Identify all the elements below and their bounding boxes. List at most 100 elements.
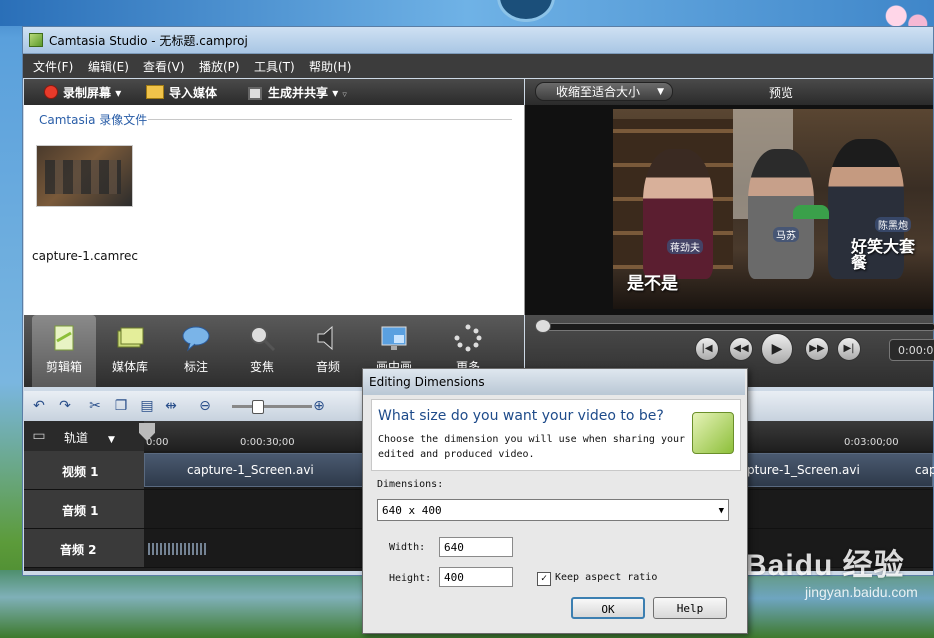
folder-icon [146,85,164,99]
clip-bin-icon [54,325,74,351]
dialog-description: Choose the dimension you will use when s… [378,434,686,460]
time-display: 0:00:00 [889,339,934,361]
dialog-title-bar[interactable]: Editing Dimensions [363,369,745,395]
import-media-button[interactable]: 导入媒体 [146,84,217,101]
editing-dimensions-dialog: Editing Dimensions What size do you want… [362,368,748,634]
menu-edit[interactable]: 编辑(E) [88,58,129,75]
fast-forward-icon[interactable]: ▶▶ [805,337,829,361]
tick-label: 0:00:30;00 [240,437,295,448]
clip-thumbnail[interactable] [36,145,133,207]
chevron-down-icon: ▼ [718,506,724,516]
menu-play[interactable]: 播放(P) [199,58,240,75]
track-options-icon[interactable]: ▭ [30,427,48,445]
pip-icon [381,326,407,350]
track-name: 视频 1 [62,465,99,479]
play-button[interactable]: ▶ [761,333,793,365]
track-header-audio1[interactable]: 音频 1 [24,490,144,529]
video-clip[interactable]: capture-1_Screen.avi [144,453,364,487]
clip-bin-toolbar: 录制屏幕 ▾ 导入媒体 生成并共享 ▾ ▿ [24,79,524,105]
watermark-site: jingyan.baidu.com [805,584,918,600]
desk-lamp [793,205,829,219]
baidu-watermark: Baidu 经验 jingyan.baidu.com [745,540,930,610]
cut-icon[interactable]: ✂ [86,397,104,415]
keep-aspect-label: Keep aspect ratio [555,572,658,583]
audio-waveform [148,543,208,555]
tick-label: 0:00 [146,437,169,448]
tracks-dropdown[interactable]: 轨道 ▼ [64,429,115,446]
video-subtitle: 是不是 [627,274,678,294]
dimensions-dropdown[interactable]: 640 x 400 ▼ [377,499,729,521]
clip-filename: capture-1.camrec [32,249,139,263]
skip-back-icon[interactable]: |◀ [695,337,719,361]
preview-label: 预览 [769,86,794,100]
dimensions-label: Dimensions: [377,479,444,490]
zoom-out-icon[interactable]: ⊖ [196,397,214,415]
camtasia-app-icon [29,33,43,47]
show-logo-badge: 好笑大套餐 [851,237,916,272]
dialog-header: What size do you want your video to be? … [371,399,741,471]
track-name: 音频 2 [60,543,97,557]
magnifier-icon [250,326,276,352]
height-label: Height: [389,573,432,584]
paste-icon[interactable]: ▤ [138,397,156,415]
title-bar[interactable]: Camtasia Studio - 无标题.camproj [23,27,933,54]
person-left [643,149,713,279]
clip-bin-header: Camtasia 录像文件 [39,113,148,127]
tab-callouts[interactable]: 标注 [164,315,228,387]
produce-share-button[interactable]: 生成并共享 ▾ ▿ [248,84,347,101]
seek-bar[interactable] [537,323,934,331]
menu-bar: 文件(F) 编辑(E) 查看(V) 播放(P) 工具(T) 帮助(H) [23,54,933,78]
zoom-slider-handle[interactable] [252,400,264,414]
camtasia-logo-icon [692,412,734,454]
preview-area: 蒋劲夫 马苏 陈黑炮 是不是 好笑大套餐 [525,105,933,315]
skip-forward-icon[interactable]: ▶| [837,337,861,361]
callout-icon [182,326,210,352]
width-input[interactable]: 640 [439,537,513,557]
height-input[interactable]: 400 [439,567,513,587]
menu-help[interactable]: 帮助(H) [309,58,351,75]
split-icon[interactable]: ⇹ [162,397,180,415]
window-title: Camtasia Studio - 无标题.camproj [49,34,248,48]
record-icon [44,85,58,99]
menu-tools[interactable]: 工具(T) [254,58,295,75]
video-clip[interactable]: pture-1_Screen.avicapt [744,453,934,487]
desktop-background [0,0,934,26]
help-button[interactable]: Help [653,597,727,619]
zoom-dropdown[interactable]: 收缩至适合大小 ▼ [535,82,673,101]
library-icon [117,327,144,348]
tab-audio[interactable]: 音频 [296,315,360,387]
width-label: Width: [389,542,426,553]
tab-zoom[interactable]: 变焦 [230,315,294,387]
ok-button[interactable]: OK [571,597,645,619]
watermark-logo: Baidu 经验 [745,549,905,582]
video-frame[interactable]: 蒋劲夫 马苏 陈黑炮 是不是 好笑大套餐 [613,109,933,309]
redo-icon[interactable]: ↷ [56,397,74,415]
clip-bin: Camtasia 录像文件 capture-1.camrec [24,105,525,315]
record-screen-button[interactable]: 录制屏幕 ▾ [44,84,121,101]
more-icon [454,324,482,352]
film-icon [248,87,262,100]
copy-icon[interactable]: ❐ [112,397,130,415]
zoom-in-icon[interactable]: ⊕ [310,397,328,415]
dialog-question: What size do you want your video to be? [378,408,664,424]
track-header-audio2[interactable]: 音频 2 [24,529,144,568]
tab-library[interactable]: 媒体库 [98,315,162,387]
tab-clip-bin[interactable]: 剪辑箱 [32,315,96,387]
menu-view[interactable]: 查看(V) [143,58,185,75]
seek-handle[interactable] [535,319,551,333]
tick-label: 0:03:00;00 [844,437,899,448]
dialog-title: Editing Dimensions [369,375,485,389]
divider [148,119,512,120]
name-tag: 陈黑炮 [875,217,911,232]
menu-file[interactable]: 文件(F) [33,58,73,75]
speaker-icon [317,325,333,351]
name-tag: 马苏 [773,227,799,242]
track-name: 音频 1 [62,504,99,518]
track-header-video1[interactable]: 视频 1 [24,451,144,490]
rewind-icon[interactable]: ◀◀ [729,337,753,361]
preview-toolbar: 收缩至适合大小 ▼ 预览 [525,79,933,105]
undo-icon[interactable]: ↶ [30,397,48,415]
name-tag: 蒋劲夫 [667,239,703,254]
keep-aspect-checkbox[interactable]: ✓ [537,572,551,586]
timeline-zoom-slider[interactable] [232,405,312,408]
